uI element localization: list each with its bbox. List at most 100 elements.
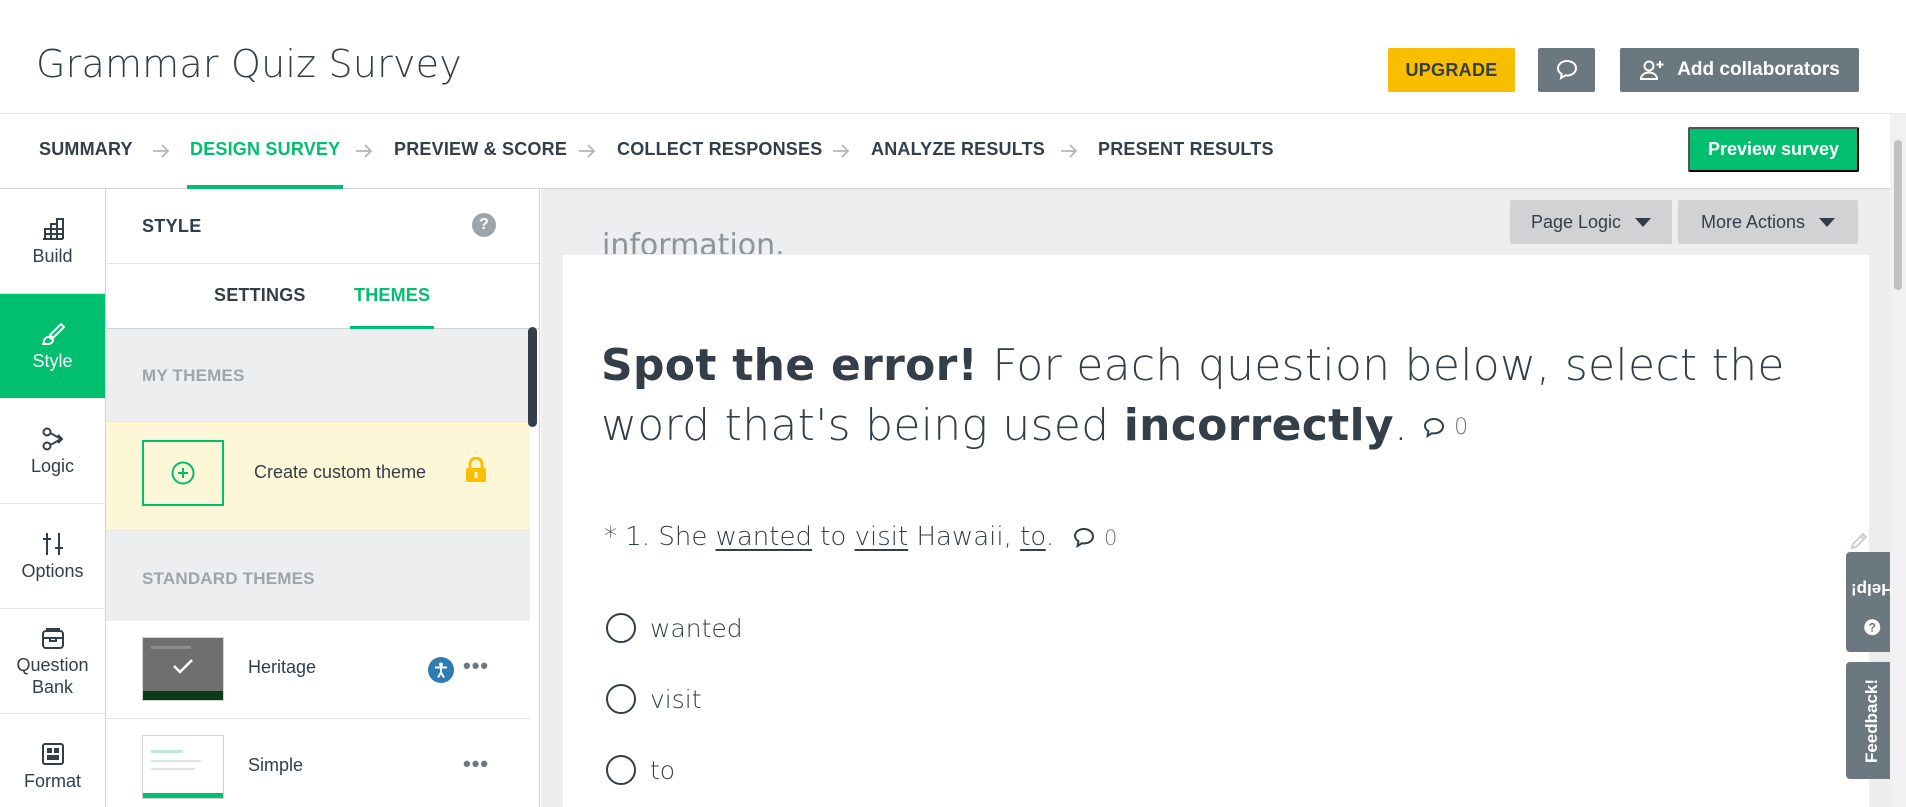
bank-icon — [41, 628, 64, 649]
rail-label: Logic — [30, 456, 75, 476]
svg-text:?: ? — [1868, 620, 1875, 634]
arrow-right-icon — [356, 144, 373, 158]
rail-label: Build — [32, 246, 73, 266]
more-options-icon[interactable]: ••• — [463, 751, 489, 777]
speech-bubble-icon — [1074, 527, 1095, 548]
intro-comments[interactable]: 0 — [1422, 398, 1468, 458]
my-themes-label: MY THEMES — [142, 366, 245, 385]
nav-present-results[interactable]: PRESENT RESULTS — [1098, 114, 1274, 189]
logic-icon — [42, 427, 63, 451]
rail-label: Options — [21, 561, 84, 581]
more-options-icon[interactable]: ••• — [463, 653, 489, 679]
checkmark-icon — [173, 659, 193, 674]
style-panel-header: STYLE ? — [106, 189, 539, 264]
tab-settings[interactable]: SETTINGS — [214, 264, 306, 328]
help-circle-icon: ? — [1864, 619, 1880, 636]
panel-scrollbar[interactable] — [528, 327, 537, 427]
preview-survey-button[interactable]: Preview survey — [1688, 127, 1859, 172]
add-user-icon — [1640, 60, 1664, 80]
help-icon[interactable]: ? — [472, 213, 496, 237]
rail-item-logic[interactable]: Logic — [0, 399, 105, 504]
theme-name: Heritage — [248, 657, 317, 677]
option-to[interactable]: to — [606, 755, 675, 785]
intro-period: . — [1393, 400, 1409, 451]
page-scrollbar-thumb[interactable] — [1894, 140, 1902, 290]
page-logic-button[interactable]: Page Logic — [1510, 200, 1672, 244]
create-custom-theme-label: Create custom theme — [254, 462, 427, 482]
rail-item-build[interactable]: Build — [0, 189, 105, 294]
theme-row-heritage[interactable]: Heritage ••• — [106, 621, 530, 719]
survey-title[interactable]: Grammar Quiz Survey — [36, 42, 462, 86]
comments-button[interactable] — [1538, 48, 1595, 92]
option-label: wanted — [650, 613, 743, 643]
question-word-wanted: wanted — [715, 522, 812, 552]
pencil-icon[interactable] — [1848, 530, 1870, 552]
intro-text-block[interactable]: Spot the error! For each question below,… — [601, 336, 1831, 458]
question-text: Hawaii, — [908, 522, 1021, 552]
previous-text-fragment: information. — [602, 231, 785, 254]
nav-collect-responses[interactable]: COLLECT RESPONSES — [617, 114, 822, 189]
build-icon — [42, 218, 64, 240]
intro-bold-lead: Spot the error! — [601, 340, 979, 391]
radio-button[interactable] — [606, 613, 636, 643]
option-label: to — [650, 755, 676, 785]
tab-themes[interactable]: THEMES — [349, 264, 435, 329]
upgrade-button[interactable]: UPGRADE — [1388, 48, 1515, 92]
question-text: to — [811, 522, 855, 552]
comment-count: 0 — [1104, 525, 1118, 550]
arrow-right-icon — [1061, 144, 1078, 158]
rail-item-format[interactable]: Format — [0, 714, 105, 807]
option-visit[interactable]: visit — [606, 684, 702, 714]
arrow-right-icon — [153, 144, 170, 158]
more-actions-button[interactable]: More Actions — [1678, 200, 1858, 244]
nav-analyze-results[interactable]: ANALYZE RESULTS — [871, 114, 1045, 189]
radio-button[interactable] — [606, 755, 636, 785]
nav-summary[interactable]: SUMMARY — [39, 114, 133, 189]
arrow-right-icon — [833, 144, 850, 158]
more-actions-label: More Actions — [1700, 211, 1806, 232]
add-collaborators-button[interactable]: Add collaborators — [1620, 48, 1859, 92]
workflow-nav: SUMMARY DESIGN SURVEY PREVIEW & SCORE CO… — [0, 114, 1890, 189]
accessibility-icon — [428, 657, 454, 683]
question-prefix: * 1. She — [604, 522, 716, 552]
question-1[interactable]: * 1. She wanted to visit Hawaii, to. 0 — [604, 522, 1117, 552]
rail-label: Style — [32, 351, 73, 371]
question-word-visit: visit — [854, 522, 909, 552]
nav-preview-score[interactable]: PREVIEW & SCORE — [394, 114, 567, 189]
question-word-to: to — [1020, 522, 1046, 552]
option-wanted[interactable]: wanted — [606, 613, 743, 643]
create-theme-box[interactable] — [142, 440, 224, 506]
style-panel-title: STYLE — [142, 216, 202, 236]
question-comments[interactable]: 0 — [1072, 526, 1117, 550]
style-tabs: SETTINGS THEMES — [106, 264, 539, 329]
style-panel: STYLE ? SETTINGS THEMES MY THEMES Create… — [106, 189, 540, 807]
create-custom-theme[interactable]: Create custom theme — [106, 421, 530, 531]
brush-icon — [41, 322, 65, 345]
rail-item-options[interactable]: Options — [0, 504, 105, 609]
standard-themes-label: STANDARD THEMES — [142, 569, 315, 588]
theme-name: Simple — [248, 755, 304, 775]
theme-thumbnail — [142, 637, 224, 701]
speech-bubble-icon — [1556, 59, 1577, 80]
intro-bold-word: incorrectly — [1123, 400, 1394, 451]
survey-canvas — [541, 189, 1890, 807]
comment-count: 0 — [1454, 415, 1469, 440]
lock-icon — [466, 457, 486, 482]
speech-bubble-icon — [1424, 417, 1445, 439]
caret-down-icon — [1819, 217, 1836, 227]
add-collaborators-label: Add collaborators — [1677, 59, 1840, 80]
format-icon — [41, 743, 64, 765]
rail-item-question-bank[interactable]: Question Bank — [0, 609, 105, 714]
theme-row-simple[interactable]: Simple ••• — [106, 719, 530, 807]
arrow-right-icon — [579, 144, 596, 158]
nav-design-survey[interactable]: DESIGN SURVEY — [186, 114, 344, 189]
feedback-tab-label: Feedback! — [1862, 678, 1881, 763]
theme-thumbnail — [142, 735, 224, 799]
plus-circle-icon — [171, 461, 195, 485]
themes-list[interactable]: MY THEMES Create custom theme STANDARD T… — [106, 329, 530, 807]
caret-down-icon — [1635, 217, 1652, 227]
radio-button[interactable] — [606, 684, 636, 714]
rail-item-style[interactable]: Style — [0, 294, 105, 399]
help-tab-label: Help! — [1850, 580, 1894, 599]
rail-label: Format — [23, 771, 81, 791]
